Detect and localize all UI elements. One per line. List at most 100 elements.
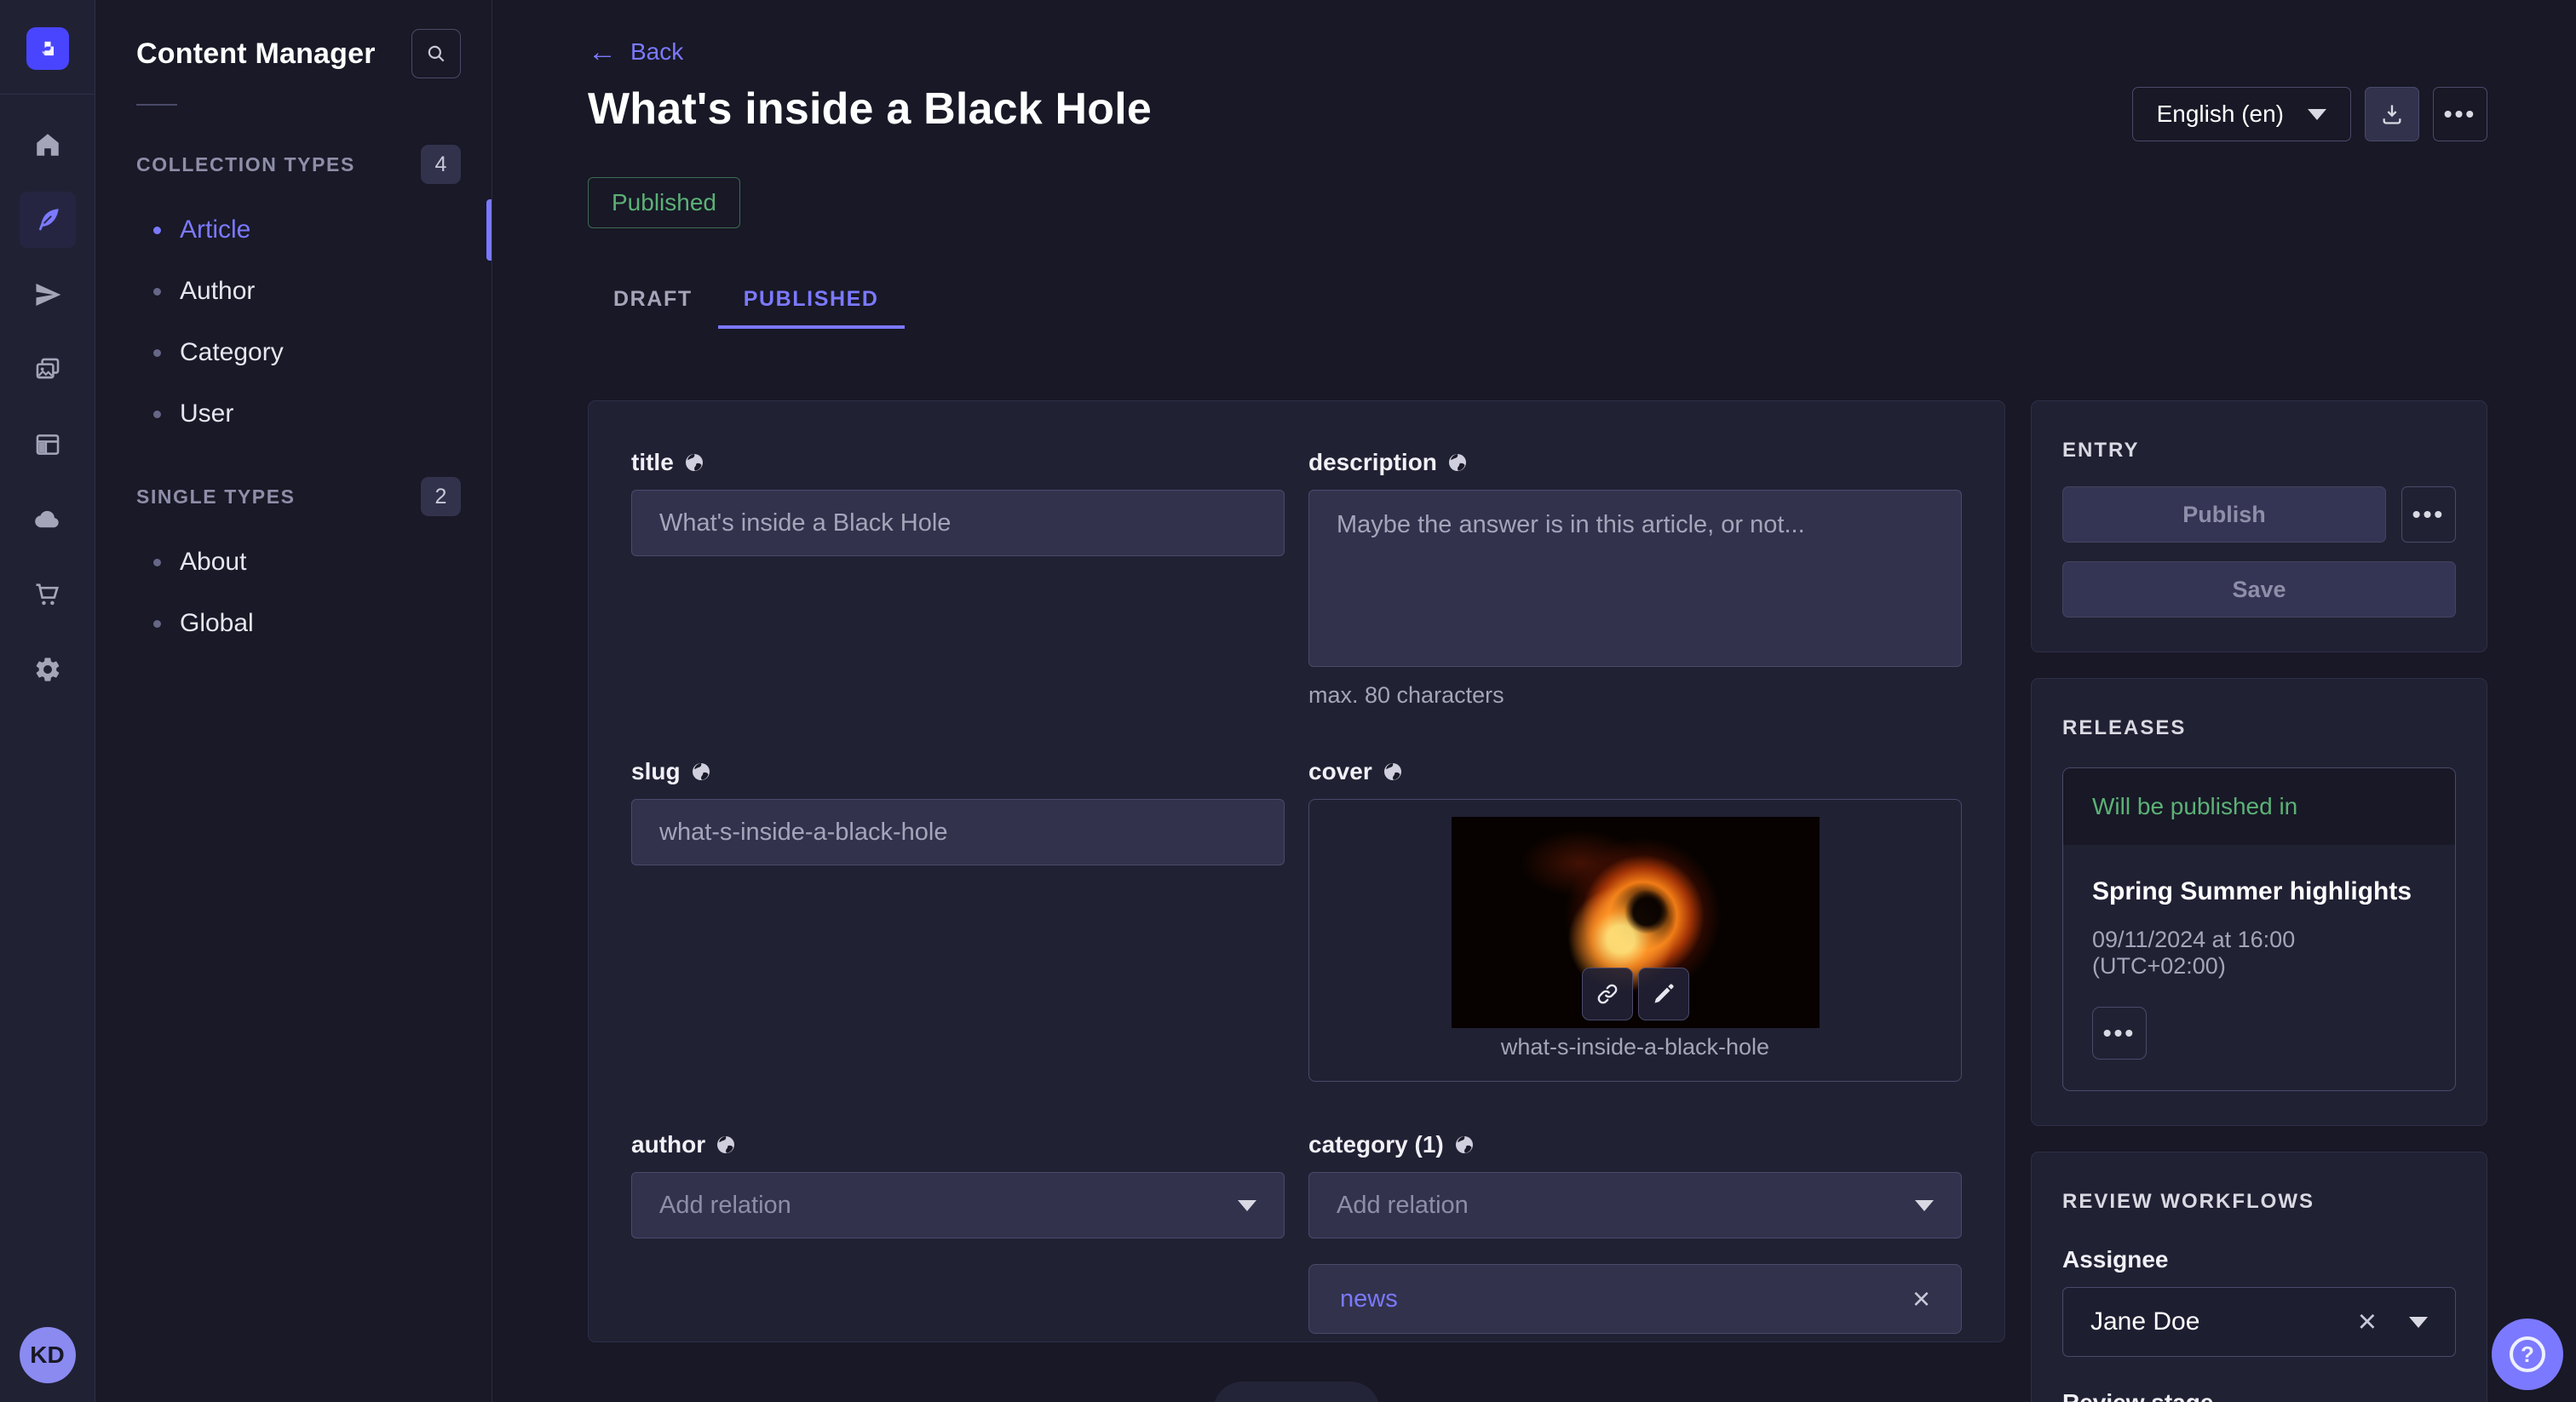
rail-item-settings[interactable] xyxy=(20,641,76,698)
author-placeholder: Add relation xyxy=(659,1192,791,1220)
i18n-globe-icon xyxy=(691,761,711,782)
bullet-icon xyxy=(153,227,161,234)
title-input[interactable]: What's inside a Black Hole xyxy=(631,490,1285,556)
category-relation-select[interactable]: Add relation xyxy=(1308,1172,1962,1238)
i18n-globe-icon xyxy=(1454,1135,1475,1155)
subnav-rule xyxy=(136,104,177,106)
rail-item-content-manager[interactable] xyxy=(20,192,76,248)
i18n-globe-icon xyxy=(716,1135,736,1155)
category-field-label: category (1) xyxy=(1308,1131,1444,1158)
feather-pen-icon xyxy=(33,205,62,234)
chevron-down-icon xyxy=(2409,1317,2428,1328)
app-root: KD Content Manager COLLECTION TYPES 4 Ar… xyxy=(0,0,2576,1402)
release-card: Will be published in Spring Summer highl… xyxy=(2062,767,2456,1091)
bullet-icon xyxy=(153,288,161,296)
download-icon xyxy=(2380,102,2404,126)
category-placeholder: Add relation xyxy=(1337,1192,1469,1220)
release-date: 09/11/2024 at 16:00 (UTC+02:00) xyxy=(2092,927,2426,980)
dynamic-zone-pill[interactable] xyxy=(1213,1382,1380,1402)
more-actions-button[interactable]: ••• xyxy=(2433,87,2487,141)
rail-item-marketplace[interactable] xyxy=(20,566,76,623)
description-textarea[interactable]: Maybe the answer is in this article, or … xyxy=(1308,490,1962,667)
copy-link-button[interactable] xyxy=(1582,968,1633,1020)
description-field-label: description xyxy=(1308,449,1437,476)
relation-link-news[interactable]: news xyxy=(1340,1285,1398,1313)
releases-panel: RELEASES Will be published in Spring Sum… xyxy=(2031,678,2487,1126)
single-types-label: SINGLE TYPES xyxy=(136,486,296,509)
collection-types-count: 4 xyxy=(421,145,461,184)
rail-item-home[interactable] xyxy=(20,117,76,173)
link-icon xyxy=(1596,982,1619,1006)
chevron-down-icon xyxy=(2308,109,2326,120)
paper-plane-icon xyxy=(33,280,62,309)
rail-divider xyxy=(0,94,95,95)
remove-relation-icon[interactable]: × xyxy=(1912,1284,1930,1314)
bullet-icon xyxy=(153,349,161,357)
user-avatar[interactable]: KD xyxy=(20,1327,76,1383)
back-link[interactable]: ← Back xyxy=(588,37,683,66)
collection-types-section: COLLECTION TYPES 4 Article Author Catego… xyxy=(95,145,492,445)
rail-item-releases[interactable] xyxy=(20,267,76,323)
release-banner: Will be published in xyxy=(2063,768,2455,845)
sidebar-item-label: User xyxy=(180,399,233,428)
question-mark-icon: ? xyxy=(2510,1336,2545,1372)
review-panel-title: REVIEW WORKFLOWS xyxy=(2062,1190,2456,1214)
chevron-down-icon xyxy=(1915,1200,1934,1211)
publish-button[interactable]: Publish xyxy=(2062,486,2386,543)
chevron-down-icon xyxy=(1238,1200,1256,1211)
sidebar-item-author[interactable]: Author xyxy=(95,261,492,322)
form-column: title What's inside a Black Hole descrip… xyxy=(588,400,2005,1402)
single-types-count: 2 xyxy=(421,477,461,516)
slug-input[interactable]: what-s-inside-a-black-hole xyxy=(631,799,1285,865)
cart-icon xyxy=(33,580,62,609)
i18n-globe-icon xyxy=(1383,761,1403,782)
field-description: description Maybe the answer is in this … xyxy=(1308,449,1962,709)
field-title: title What's inside a Black Hole xyxy=(631,449,1285,556)
save-button[interactable]: Save xyxy=(2062,561,2456,618)
bullet-icon xyxy=(153,559,161,566)
release-more-button[interactable]: ••• xyxy=(2092,1007,2147,1060)
rail-item-media-library[interactable] xyxy=(20,342,76,398)
strapi-logo-icon xyxy=(36,37,60,60)
edit-media-button[interactable] xyxy=(1638,968,1689,1020)
tab-published[interactable]: PUBLISHED xyxy=(718,273,905,329)
tab-draft[interactable]: DRAFT xyxy=(588,273,718,329)
slug-field-label: slug xyxy=(631,758,681,785)
description-helper: max. 80 characters xyxy=(1308,682,1962,709)
rail-item-deploy[interactable] xyxy=(20,491,76,548)
rail-nav xyxy=(20,117,76,716)
sidebar-item-about[interactable]: About xyxy=(95,531,492,593)
strapi-logo[interactable] xyxy=(26,27,69,70)
entry-more-button[interactable]: ••• xyxy=(2401,486,2456,543)
author-relation-select[interactable]: Add relation xyxy=(631,1172,1285,1238)
locale-select[interactable]: English (en) xyxy=(2132,87,2351,141)
entry-panel-title: ENTRY xyxy=(2062,439,2456,463)
rail-item-content-type-builder[interactable] xyxy=(20,417,76,473)
sidebar-item-label: Author xyxy=(180,277,255,306)
help-button[interactable]: ? xyxy=(2492,1319,2563,1390)
clear-assignee-icon[interactable]: × xyxy=(2358,1306,2377,1338)
sidebar-item-user[interactable]: User xyxy=(95,383,492,445)
assignee-select[interactable]: Jane Doe × xyxy=(2062,1287,2456,1357)
cover-media-card: what-s-inside-a-black-hole xyxy=(1308,799,1962,1082)
i18n-globe-icon xyxy=(1447,452,1468,473)
version-tabs: DRAFT PUBLISHED xyxy=(588,273,2487,329)
search-button[interactable] xyxy=(411,29,461,78)
locale-value: English (en) xyxy=(2157,101,2284,128)
cover-field-label: cover xyxy=(1308,758,1372,785)
subnav-title: Content Manager xyxy=(136,37,376,71)
sidebar-item-global[interactable]: Global xyxy=(95,593,492,654)
export-button[interactable] xyxy=(2365,87,2419,141)
assignee-value: Jane Doe xyxy=(2090,1307,2358,1336)
main-content: ← Back What's inside a Black Hole Englis… xyxy=(492,0,2576,1402)
sidebar-item-category[interactable]: Category xyxy=(95,322,492,383)
review-stage-label: Review stage xyxy=(2062,1389,2456,1402)
edit-form-card: title What's inside a Black Hole descrip… xyxy=(588,400,2005,1342)
sidebar-item-article[interactable]: Article xyxy=(95,199,492,261)
back-arrow-icon: ← xyxy=(588,37,617,66)
entry-panel: ENTRY Publish ••• Save xyxy=(2031,400,2487,652)
i18n-globe-icon xyxy=(684,452,704,473)
field-category: category (1) Add relation news xyxy=(1308,1131,1962,1334)
sidebar-item-label: Category xyxy=(180,338,284,367)
main-nav-rail: KD xyxy=(0,0,95,1402)
